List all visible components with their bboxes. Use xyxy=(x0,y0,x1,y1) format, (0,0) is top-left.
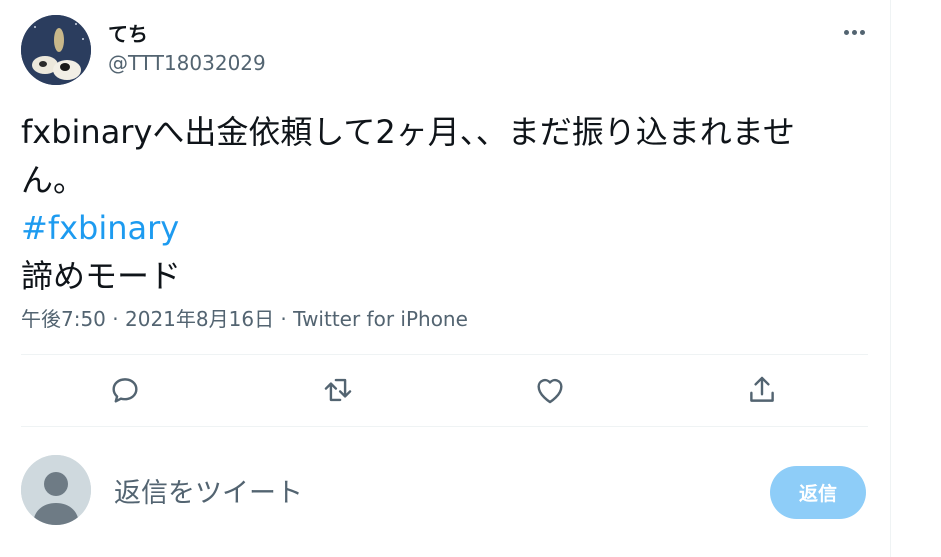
retweet-button[interactable] xyxy=(321,373,355,407)
meta-separator: · xyxy=(274,307,294,331)
timeline-right-border xyxy=(890,0,891,557)
heart-icon xyxy=(537,378,563,404)
author-avatar[interactable] xyxy=(21,15,91,85)
tweet-date[interactable]: 2021年8月16日 xyxy=(125,307,274,331)
more-dot xyxy=(852,30,857,35)
meta-separator: · xyxy=(105,307,125,331)
user-avatar[interactable] xyxy=(21,455,91,525)
tweet-meta: 午後7:50 · 2021年8月16日 · Twitter for iPhone xyxy=(21,303,468,332)
reply-input[interactable] xyxy=(112,470,736,516)
avatar-image xyxy=(21,15,91,85)
tweet-time[interactable]: 午後7:50 xyxy=(21,307,106,331)
reply-button[interactable] xyxy=(108,373,142,407)
divider xyxy=(21,354,868,355)
more-dot xyxy=(844,30,849,35)
tweet-text-line: fxbinaryへ出金依頼して2ヶ月、、まだ振り込まれませ xyxy=(21,113,795,151)
author-handle[interactable]: @TTT18032029 xyxy=(108,51,266,75)
divider xyxy=(21,426,868,427)
author-display-name[interactable]: てち xyxy=(108,18,148,47)
tweet-source[interactable]: Twitter for iPhone xyxy=(293,307,468,331)
reply-submit-button[interactable]: 返信 xyxy=(770,466,866,519)
default-avatar-icon xyxy=(21,455,91,525)
tweet-text: fxbinaryへ出金依頼して2ヶ月、、まだ振り込まれませ ん。 #fxbina… xyxy=(21,108,876,300)
tweet-text-line: ん。 xyxy=(21,161,86,199)
reply-icon xyxy=(112,378,138,403)
tweet-text-line: 諦めモード xyxy=(21,257,182,295)
more-dot xyxy=(860,30,865,35)
retweet-icon xyxy=(324,378,352,402)
like-button[interactable] xyxy=(533,373,567,407)
share-icon xyxy=(750,376,774,402)
more-options-button[interactable] xyxy=(840,22,870,42)
hashtag-link[interactable]: #fxbinary xyxy=(21,204,876,252)
share-button[interactable] xyxy=(745,373,779,407)
